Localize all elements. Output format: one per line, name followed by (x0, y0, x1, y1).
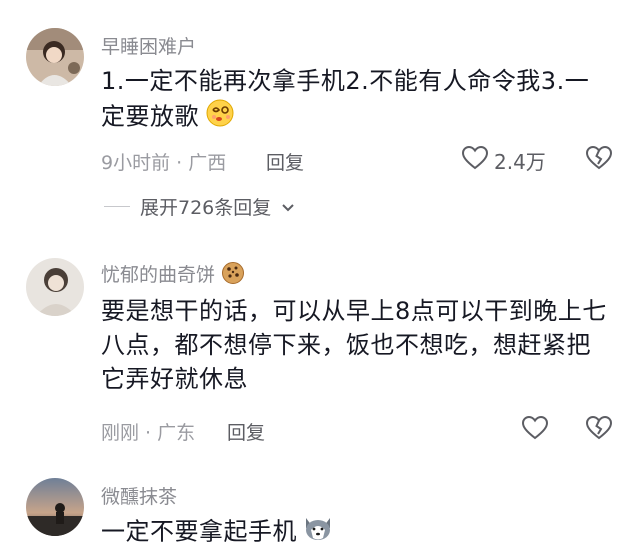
comment-text: 要是想干的话，可以从早上8点可以干到晚上七八点，都不想停下来，饭也不想吃，想赶紧… (101, 294, 611, 396)
username-text: 早睡困难户 (101, 36, 197, 58)
comment-item: 忧郁的曲奇饼 要是想干的话，可以从早上8点可以干到晚上七八点，都不想停下来，饭也… (0, 230, 640, 460)
comment-item: 微醺抹茶 一定不要拿起手机 (0, 460, 640, 546)
comment-text: 1.一定不能再次拿手机2.不能有人命令我3.一定要放歌 (101, 64, 611, 137)
username-text: 忧郁的曲奇饼 (101, 264, 216, 286)
reply-label: 回复 (266, 152, 305, 174)
username[interactable]: 微醺抹茶 (101, 482, 177, 509)
cookie-icon (221, 261, 245, 290)
username-text: 微醺抹茶 (101, 486, 178, 508)
dislike-button[interactable] (585, 415, 613, 444)
comment-text-content: 要是想干的话，可以从早上8点可以干到晚上七八点，都不想停下来，饭也不想吃，想赶紧… (101, 297, 607, 393)
avatar[interactable] (26, 478, 84, 536)
husky-icon (303, 514, 333, 551)
divider (104, 206, 130, 207)
like-count: 2.4万 (494, 150, 546, 174)
dislike-button[interactable] (585, 145, 613, 174)
comment-item: 早睡困难户 1.一定不能再次拿手机2.不能有人命令我3.一定要放歌 9小时前 ·… (0, 0, 640, 230)
username[interactable]: 早睡困难户 (101, 32, 196, 59)
broken-heart-icon (585, 145, 613, 174)
chevron-down-icon (281, 196, 295, 218)
reply-button[interactable]: 回复 (227, 418, 265, 445)
timestamp-location: 刚刚 · 广东 (101, 422, 196, 444)
broken-heart-icon (585, 415, 613, 444)
comment-meta: 刚刚 · 广东 (101, 418, 195, 445)
heart-icon (461, 145, 489, 175)
comment-meta: 9小时前 · 广西 (101, 148, 226, 175)
like-button[interactable] (521, 415, 549, 445)
heart-icon (521, 415, 549, 445)
reply-label: 回复 (227, 422, 266, 444)
dizzy-face-icon (205, 98, 235, 137)
comment-text-content: 一定不要拿起手机 (101, 517, 297, 546)
comment-text: 一定不要拿起手机 (101, 514, 611, 551)
avatar[interactable] (26, 28, 84, 86)
expand-replies-button[interactable]: 展开726条回复 (104, 193, 295, 220)
comment-text-content: 1.一定不能再次拿手机2.不能有人命令我3.一定要放歌 (101, 67, 590, 131)
like-button[interactable]: 2.4万 (461, 145, 546, 175)
expand-replies-label: 展开726条回复 (140, 197, 272, 219)
avatar[interactable] (26, 258, 84, 316)
reply-button[interactable]: 回复 (266, 148, 304, 175)
timestamp-location: 9小时前 · 广西 (101, 152, 227, 174)
username[interactable]: 忧郁的曲奇饼 (101, 260, 245, 290)
